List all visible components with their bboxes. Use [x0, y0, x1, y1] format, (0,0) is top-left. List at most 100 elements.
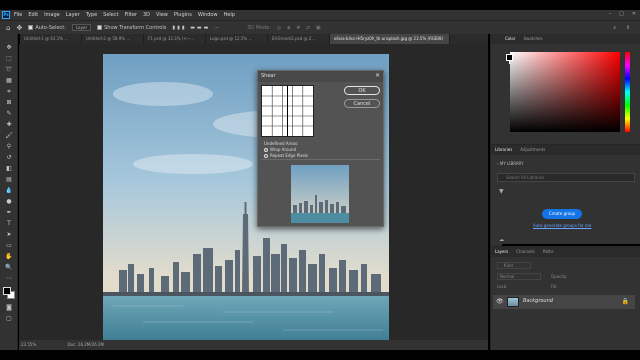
pen-tool-icon[interactable]: ✒	[4, 209, 14, 217]
minimize-button[interactable]: –	[609, 11, 612, 17]
tab-active-document[interactable]: olivia-bliss-IH5ryz0h_tk-unsplash.jpg @ …	[330, 34, 450, 44]
path-select-tool-icon[interactable]: ➤	[4, 231, 14, 239]
doc-size[interactable]: Doc: 26.2M/26.2M	[68, 342, 104, 347]
auto-select-group: Auto-Select:	[28, 24, 66, 31]
tab-ell-emedr2[interactable]: Ell-Emedr2.psd @ 2...	[268, 34, 330, 44]
search-icon[interactable]: ⌕	[613, 25, 616, 31]
layer-row-background[interactable]: 👁 Background 🔒	[493, 295, 635, 309]
tab-logo[interactable]: Logo.psd @ 12.5% ...	[206, 34, 268, 44]
maximize-button[interactable]: □	[619, 11, 624, 17]
menu-3d[interactable]: 3D	[143, 12, 150, 18]
stamp-tool-icon[interactable]: ⚲	[4, 143, 14, 151]
quick-mask-icon[interactable]: ◙	[4, 304, 14, 312]
menu-edit[interactable]: Edit	[28, 12, 38, 18]
photoshop-logo: Ps	[2, 11, 10, 19]
3d-icons[interactable]: ◎ ◈ ✥ ⇄ ▣	[277, 25, 323, 31]
auto-select-label: Auto-Select:	[35, 24, 66, 31]
close-window-button[interactable]: ✕	[632, 11, 636, 17]
blur-tool-icon[interactable]: 💧	[4, 187, 14, 195]
show-transform-checkbox[interactable]	[97, 24, 103, 30]
lasso-tool-icon[interactable]: ➰	[4, 66, 14, 74]
tab-channels[interactable]: Channels	[516, 247, 535, 257]
menu-plugins[interactable]: Plugins	[174, 12, 192, 18]
align-icons[interactable]: ▮▮▮ ▬▬▬ ⋯	[172, 25, 221, 31]
library-search-input[interactable]: Search All Libraries	[497, 173, 635, 182]
menu-filter[interactable]: Filter	[125, 12, 137, 18]
menu-type[interactable]: Type	[86, 12, 97, 18]
eyedropper-tool-icon[interactable]: ✎	[4, 110, 14, 118]
tab-libraries[interactable]: Libraries	[495, 145, 512, 155]
shape-tool-icon[interactable]: ▭	[4, 242, 14, 250]
tab-adjustments[interactable]: Adjustments	[520, 145, 545, 155]
mode-3d-label: 3D Mode:	[246, 24, 271, 31]
menu-select[interactable]: Select	[103, 12, 118, 18]
undefined-areas-group: Undefined Areas: Wrap Around Repeat Edge…	[264, 141, 308, 159]
share-icon[interactable]: ⇪	[626, 25, 630, 31]
menu-layer[interactable]: Layer	[66, 12, 80, 18]
dodge-tool-icon[interactable]: ●	[4, 198, 14, 206]
zoom-tool-icon[interactable]: 🔍	[4, 264, 14, 272]
shear-preview	[291, 165, 349, 223]
preview-image	[291, 165, 349, 223]
menu-window[interactable]: Window	[198, 12, 218, 18]
home-icon[interactable]: ⌂	[6, 24, 10, 32]
more-tools-icon[interactable]: ⋯	[4, 275, 14, 283]
eraser-tool-icon[interactable]: ◧	[4, 165, 14, 173]
screen-mode-icon[interactable]: ▢	[4, 315, 14, 323]
color-field[interactable]	[510, 52, 620, 132]
history-brush-icon[interactable]: ↺	[4, 154, 14, 162]
move-tool-icon[interactable]: ✥	[16, 24, 22, 32]
lock-icon[interactable]: 🔒	[622, 298, 629, 305]
visibility-eye-icon[interactable]: 👁	[496, 298, 504, 305]
object-select-tool-icon[interactable]: ▦	[4, 77, 14, 85]
type-tool-icon[interactable]: T	[4, 220, 14, 228]
window-controls: – □ ✕	[609, 11, 636, 17]
show-transform-label: Show Transform Controls	[104, 24, 167, 31]
healing-tool-icon[interactable]: ✚	[4, 121, 14, 129]
close-icon[interactable]: ✕	[375, 72, 380, 79]
tab-f1[interactable]: F1.psd @ 32.3% (<~...	[144, 34, 206, 44]
libraries-panel: Libraries Adjustments ‹ MY LIBRARY Searc…	[491, 144, 640, 244]
tab-untitled-1[interactable]: Untitled-1 @ 63.1% ...	[20, 34, 82, 44]
cancel-button[interactable]: Cancel	[344, 99, 380, 108]
fg-swatch[interactable]	[506, 54, 513, 61]
menu-view[interactable]: View	[156, 12, 168, 18]
lock-label: Lock:	[497, 284, 508, 289]
auto-select-checkbox[interactable]	[28, 24, 34, 30]
hue-slider[interactable]	[625, 52, 630, 132]
opacity-label: Opacity:	[551, 274, 568, 279]
zoom-level[interactable]: 23.55%	[21, 342, 36, 347]
brush-tool-icon[interactable]: 🖌	[4, 132, 14, 140]
toolbar: ✥ ⬚ ➰ ▦ ⌗ ⊠ ✎ ✚ 🖌 ⚲ ↺ ◧ ▤ 💧 ● ✒ T ➤ ▭ ✋ …	[0, 34, 18, 350]
hand-tool-icon[interactable]: ✋	[4, 253, 14, 261]
marquee-tool-icon[interactable]: ⬚	[4, 55, 14, 63]
auto-generate-link[interactable]: Auto-generate groups for me	[533, 223, 591, 228]
auto-select-dropdown[interactable]: Layer	[71, 24, 92, 31]
radio-wrap-around[interactable]	[264, 148, 268, 152]
crop-tool-icon[interactable]: ⌗	[4, 88, 14, 96]
filter-icon[interactable]: ▼	[499, 188, 504, 195]
radio-repeat-edge[interactable]	[264, 154, 268, 158]
tab-color[interactable]: Color	[505, 34, 515, 44]
frame-tool-icon[interactable]: ⊠	[4, 99, 14, 107]
gradient-tool-icon[interactable]: ▤	[4, 176, 14, 184]
shear-grid[interactable]	[261, 85, 314, 137]
tab-paths[interactable]: Paths	[543, 247, 554, 257]
tab-layers[interactable]: Layers	[495, 247, 508, 257]
menu-file[interactable]: File	[14, 12, 22, 18]
ok-button[interactable]: OK	[344, 86, 380, 95]
blend-mode-dropdown[interactable]: Normal	[497, 273, 541, 280]
repeat-edge-label: Repeat Edge Pixels	[270, 153, 309, 158]
tab-swatches[interactable]: Swatches	[523, 34, 542, 44]
layer-name[interactable]: Background	[523, 298, 553, 304]
menu-help[interactable]: Help	[224, 12, 235, 18]
tab-untitled-2[interactable]: Untitled-2 @ 58.9% ...	[82, 34, 144, 44]
color-panel-tabs: Color Swatches	[491, 34, 640, 44]
library-selector[interactable]: ‹ MY LIBRARY	[497, 161, 524, 166]
foreground-color-swatch[interactable]	[3, 287, 11, 295]
shear-grid-lines	[262, 86, 313, 136]
move-tool-icon[interactable]: ✥	[4, 44, 14, 52]
layer-kind-filter[interactable]: Kind	[497, 262, 531, 269]
create-group-button[interactable]: Create group	[542, 209, 582, 219]
menu-image[interactable]: Image	[44, 12, 60, 18]
